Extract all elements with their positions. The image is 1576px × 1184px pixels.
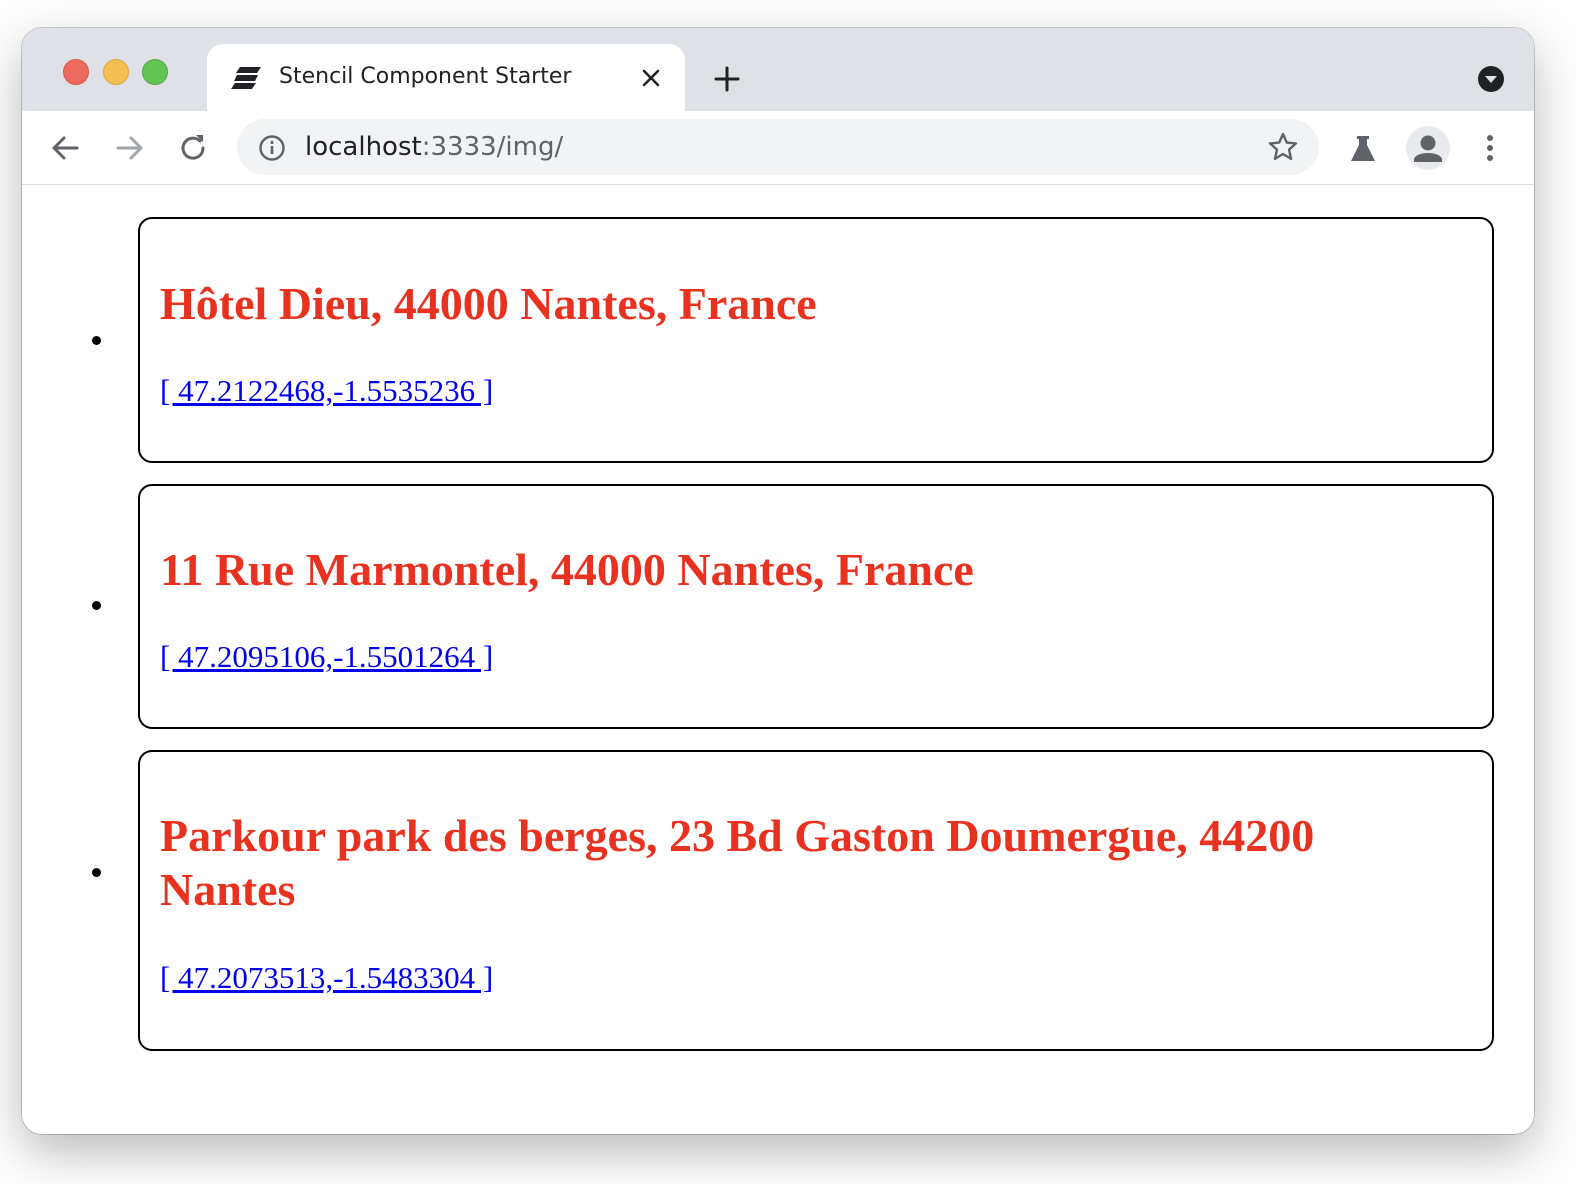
browser-window: Stencil Component Starter localhost:3333… [22,28,1534,1134]
url-path: :3333/img/ [421,132,564,162]
list-bullet [92,868,101,877]
profile-avatar[interactable] [1406,126,1450,170]
more-menu-icon[interactable] [1473,131,1507,165]
coords-link[interactable]: [ 47.2095106,-1.5501264 ] [160,639,493,675]
url-text[interactable]: localhost:3333/img/ [305,130,563,164]
minimize-window-button[interactable] [103,59,129,85]
list-bullet [92,601,101,610]
tab-active[interactable]: Stencil Component Starter [207,44,685,111]
place-card: Parkour park des berges, 23 Bd Gaston Do… [138,750,1494,1051]
back-icon[interactable] [49,131,83,165]
forward-icon[interactable] [112,131,146,165]
place-name: Parkour park des berges, 23 Bd Gaston Do… [160,810,1315,915]
place-card: Hôtel Dieu, 44000 Nantes, France [ 47.21… [138,217,1494,463]
profile-icon [1414,135,1442,162]
list-bullet [92,336,101,345]
stencil-logo-icon [231,67,261,89]
address-bar[interactable]: localhost:3333/img/ [237,119,1319,175]
site-info-icon[interactable] [257,133,287,163]
place-name: Hôtel Dieu, 44000 Nantes, France [160,278,817,329]
tab-search-icon[interactable] [1476,64,1506,94]
coords-link[interactable]: [ 47.2122468,-1.5535236 ] [160,373,493,409]
title-bar: Stencil Component Starter [22,28,1534,111]
coords-link[interactable]: [ 47.2073513,-1.5483304 ] [160,960,493,996]
place-card: 11 Rue Marmontel, 44000 Nantes, France [… [138,484,1494,729]
url-host: localhost [305,132,422,162]
reload-icon[interactable] [176,131,210,165]
toolbar: localhost:3333/img/ [22,111,1534,185]
page-content: Hôtel Dieu, 44000 Nantes, France [ 47.21… [22,185,1534,1134]
bookmark-star-icon[interactable] [1267,131,1299,163]
maximize-window-button[interactable] [142,59,168,85]
labs-flask-icon[interactable] [1346,132,1380,166]
close-window-button[interactable] [63,59,89,85]
new-tab-icon[interactable] [712,64,742,94]
tab-title: Stencil Component Starter [279,64,572,89]
close-tab-icon[interactable] [639,66,663,90]
place-name: 11 Rue Marmontel, 44000 Nantes, France [160,544,974,595]
